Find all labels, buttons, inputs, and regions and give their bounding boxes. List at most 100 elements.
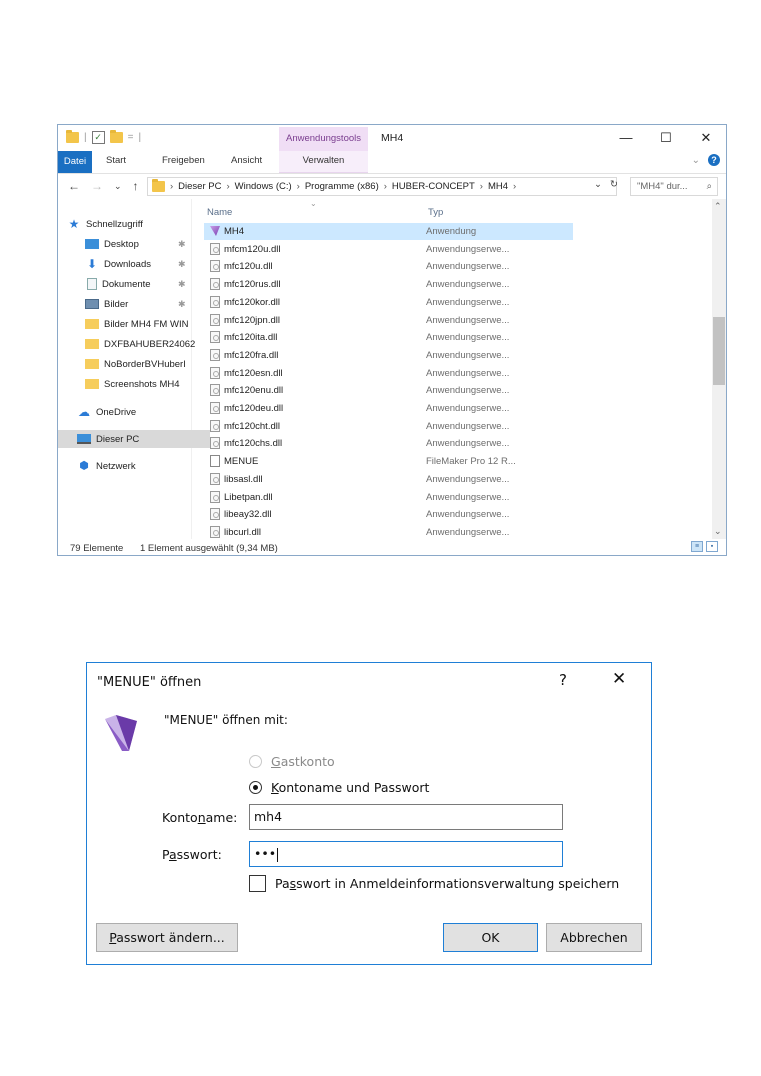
ribbon-tabs: Start Freigeben Ansicht Verwalten ⌄ ? xyxy=(58,151,726,174)
scroll-up-icon[interactable]: ⌃ xyxy=(714,201,722,212)
file-row[interactable]: mfc120rus.dll Anwendungserwe... xyxy=(204,276,574,293)
breadcrumb-item[interactable]: Windows (C:) xyxy=(235,181,292,192)
file-row[interactable]: libsasl.dll Anwendungserwe... xyxy=(204,471,574,488)
file-row[interactable]: Libetpan.dll Anwendungserwe... xyxy=(204,489,574,506)
nav-item-downloads[interactable]: ⬇ Downloads ✱ xyxy=(58,255,218,273)
file-type: Anwendungserwe... xyxy=(426,473,510,485)
file-row[interactable]: mfc120fra.dll Anwendungserwe... xyxy=(204,347,574,364)
radio-button[interactable] xyxy=(249,755,262,768)
folder-icon xyxy=(152,179,165,192)
help-button[interactable]: ? xyxy=(559,671,567,689)
folder-icon[interactable] xyxy=(66,130,79,143)
up-arrow-icon[interactable]: ↑ xyxy=(133,179,139,193)
breadcrumb-item[interactable]: Programme (x86) xyxy=(305,181,379,192)
close-button[interactable]: ✕ xyxy=(612,669,626,689)
tab-start[interactable]: Start xyxy=(106,155,126,166)
tab-ansicht[interactable]: Ansicht xyxy=(231,155,262,166)
address-dropdown-icon[interactable]: ⌄ xyxy=(594,179,602,190)
scroll-down-icon[interactable]: ⌄ xyxy=(714,526,722,537)
nav-item-folder[interactable]: Screenshots MH4 xyxy=(58,375,218,393)
minimize-button[interactable]: — xyxy=(606,125,646,151)
file-row[interactable]: MH4 Anwendung xyxy=(204,223,573,240)
expand-ribbon-icon[interactable]: ⌄ xyxy=(692,155,700,166)
nav-item-bilder[interactable]: Bilder ✱ xyxy=(58,295,218,313)
dll-file-icon xyxy=(210,490,220,503)
nav-item-dieser-pc[interactable]: Dieser PC xyxy=(58,430,210,448)
large-icons-view-icon[interactable]: ▪ xyxy=(706,541,718,552)
file-row[interactable]: mfc120enu.dll Anwendungserwe... xyxy=(204,382,574,399)
file-type: Anwendungserwe... xyxy=(426,332,510,344)
file-row[interactable]: mfc120cht.dll Anwendungserwe... xyxy=(204,418,574,435)
file-row[interactable]: mfc120jpn.dll Anwendungserwe... xyxy=(204,312,574,329)
nav-item-folder[interactable]: Bilder MH4 FM WIN xyxy=(58,315,218,333)
nav-item-folder[interactable]: DXFBAHUBER24062 xyxy=(58,335,218,353)
breadcrumb-item[interactable]: HUBER-CONCEPT xyxy=(392,181,475,192)
ok-button[interactable]: OK xyxy=(443,923,538,952)
nav-item-label: Dieser PC xyxy=(96,433,140,445)
address-bar[interactable]: › Dieser PC › Windows (C:) › Programme (… xyxy=(147,177,617,196)
file-row[interactable]: mfc120u.dll Anwendungserwe... xyxy=(204,258,574,275)
cancel-button[interactable]: Abbrechen xyxy=(546,923,642,952)
search-input[interactable]: "MH4" dur... ⌕ xyxy=(630,177,718,196)
nav-item-dokumente[interactable]: Dokumente ✱ xyxy=(58,275,218,293)
file-row[interactable]: mfc120kor.dll Anwendungserwe... xyxy=(204,294,574,311)
nav-item-netzwerk[interactable]: ⬢ Netzwerk xyxy=(58,457,210,475)
change-password-button[interactable]: Passwort ändern... xyxy=(96,923,238,952)
close-button[interactable]: ✕ xyxy=(686,125,726,151)
password-input[interactable]: ••• xyxy=(249,841,563,867)
file-row[interactable]: MENUE FileMaker Pro 12 R... xyxy=(204,453,574,470)
recent-locations-icon[interactable]: ⌄ xyxy=(114,181,122,192)
filemaker-app-icon xyxy=(105,715,137,751)
selection-info: 1 Element ausgewählt (9,34 MB) xyxy=(140,543,278,554)
forward-arrow-icon[interactable]: → xyxy=(91,179,103,193)
nav-item-label: Bilder MH4 FM WIN xyxy=(104,318,189,330)
password-label: Passwort: xyxy=(162,847,222,862)
tab-verwalten[interactable]: Verwalten xyxy=(279,151,368,173)
application-icon xyxy=(210,225,220,237)
quick-access-toolbar: | ✓ = | xyxy=(66,130,141,144)
dll-file-icon xyxy=(210,278,220,291)
file-row[interactable]: mfcm120u.dll Anwendungserwe... xyxy=(204,241,574,258)
nav-item-folder[interactable]: NoBorderBVHuberI xyxy=(58,355,218,373)
new-folder-icon[interactable] xyxy=(109,130,123,143)
folder-icon xyxy=(85,339,99,349)
dll-file-icon xyxy=(210,508,220,521)
properties-check-icon[interactable]: ✓ xyxy=(91,131,105,144)
maximize-button[interactable]: ☐ xyxy=(646,125,686,151)
file-row[interactable]: mfc120ita.dll Anwendungserwe... xyxy=(204,329,574,346)
customize-qat-icon[interactable]: = xyxy=(128,132,134,143)
file-row[interactable]: mfc120chs.dll Anwendungserwe... xyxy=(204,435,574,452)
radio-account-password[interactable]: Kontoname und Passwort xyxy=(249,780,429,795)
column-header-type[interactable]: Typ xyxy=(428,207,443,218)
refresh-icon[interactable]: ↻ xyxy=(610,179,618,190)
file-name: mfc120ita.dll xyxy=(224,332,278,344)
vertical-scrollbar[interactable]: ⌃ ⌄ xyxy=(712,199,726,539)
save-credentials-checkbox[interactable] xyxy=(249,875,266,892)
status-bar: 79 Elemente 1 Element ausgewählt (9,34 M… xyxy=(58,539,726,556)
file-row[interactable]: libeay32.dll Anwendungserwe... xyxy=(204,506,574,523)
back-arrow-icon[interactable]: ← xyxy=(68,179,80,193)
file-row[interactable]: mfc120deu.dll Anwendungserwe... xyxy=(204,400,574,417)
breadcrumb-item[interactable]: Dieser PC xyxy=(178,181,221,192)
file-type: Anwendungserwe... xyxy=(426,420,510,432)
search-placeholder: "MH4" dur... xyxy=(637,181,688,192)
radio-guest-account[interactable]: Gastkonto xyxy=(249,754,335,769)
file-row[interactable]: mfc120esn.dll Anwendungserwe... xyxy=(204,365,574,382)
save-credentials-option[interactable]: Passwort in Anmeldeinformationsverwaltun… xyxy=(249,875,619,892)
nav-item-desktop[interactable]: Desktop ✱ xyxy=(58,235,218,253)
file-type: Anwendungserwe... xyxy=(426,261,510,273)
tab-freigeben[interactable]: Freigeben xyxy=(162,155,205,166)
help-icon[interactable]: ? xyxy=(708,154,720,166)
nav-item-label: Schnellzugriff xyxy=(86,218,143,230)
details-view-icon[interactable]: ≡ xyxy=(691,541,703,552)
breadcrumb-item[interactable]: MH4 xyxy=(488,181,508,192)
radio-button[interactable] xyxy=(249,781,262,794)
nav-item-onedrive[interactable]: ☁ OneDrive xyxy=(58,403,210,421)
account-name-input[interactable]: mh4 xyxy=(249,804,563,830)
column-header-name[interactable]: Name xyxy=(207,207,232,218)
file-name: mfc120esn.dll xyxy=(224,367,283,379)
file-type: Anwendungserwe... xyxy=(426,526,510,538)
nav-item-schnellzugriff[interactable]: ★ Schnellzugriff xyxy=(58,215,200,233)
scrollbar-thumb[interactable] xyxy=(713,317,725,385)
file-name: mfc120fra.dll xyxy=(224,349,279,361)
